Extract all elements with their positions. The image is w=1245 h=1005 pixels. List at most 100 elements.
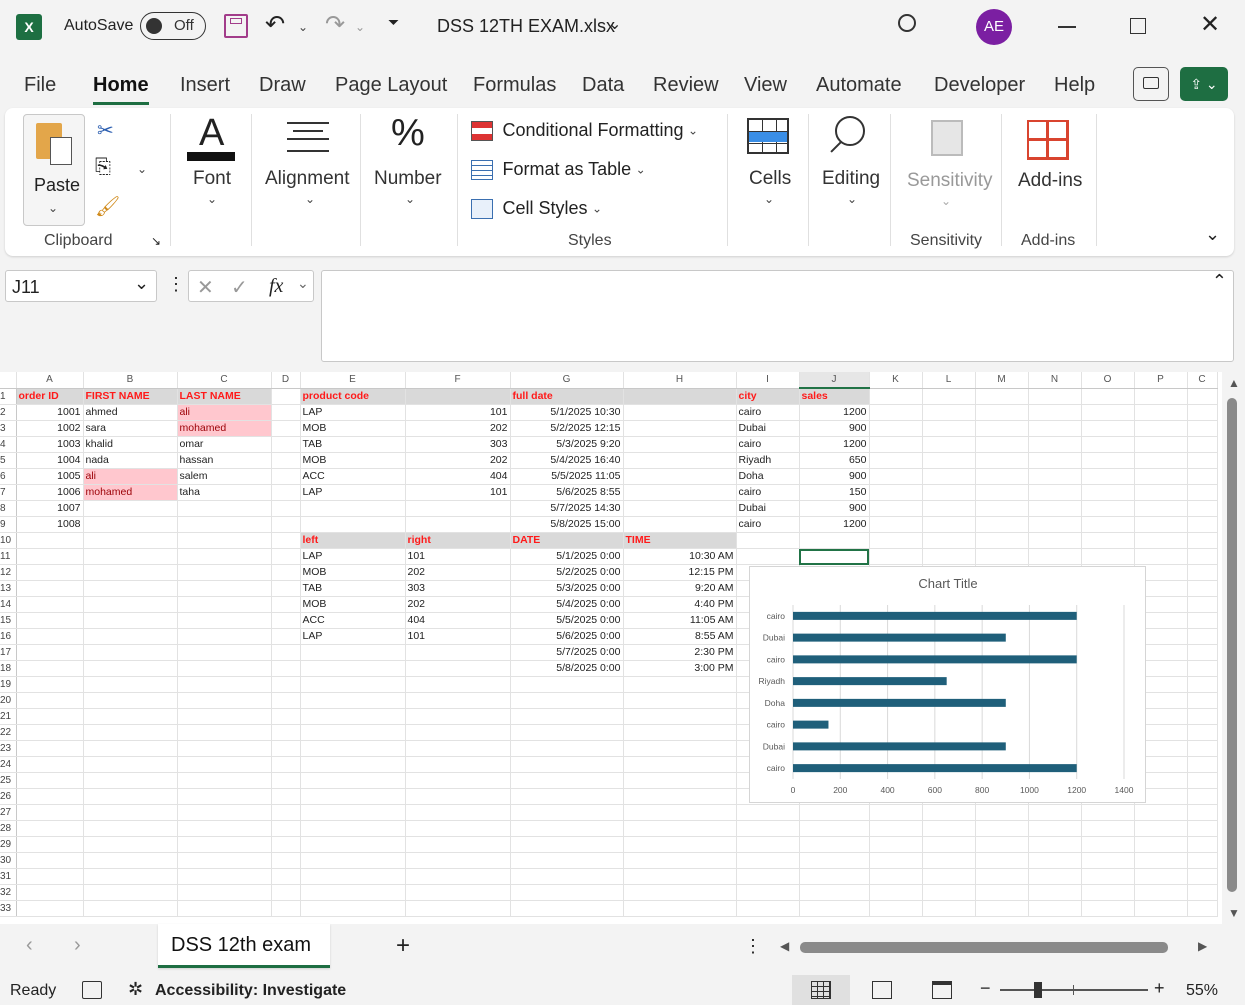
cell[interactable] bbox=[1028, 484, 1082, 501]
cell[interactable] bbox=[271, 484, 301, 501]
cell[interactable]: TIME bbox=[623, 532, 737, 549]
row-header[interactable]: 26 bbox=[0, 788, 17, 805]
cell[interactable]: LAST NAME bbox=[177, 388, 272, 405]
cell[interactable] bbox=[300, 724, 406, 741]
cell[interactable] bbox=[510, 820, 624, 837]
cell[interactable] bbox=[1081, 436, 1135, 453]
user-avatar[interactable]: AE bbox=[976, 9, 1012, 45]
cell[interactable] bbox=[922, 836, 976, 853]
cell[interactable]: 202 bbox=[405, 452, 511, 469]
cell[interactable] bbox=[177, 676, 272, 693]
cell[interactable] bbox=[975, 868, 1029, 885]
cell[interactable] bbox=[1187, 788, 1218, 805]
redo-icon[interactable]: ↷ bbox=[325, 10, 345, 39]
cell[interactable] bbox=[177, 516, 272, 533]
cell[interactable] bbox=[177, 820, 272, 837]
cell[interactable] bbox=[16, 900, 84, 917]
cell[interactable] bbox=[16, 724, 84, 741]
cell[interactable]: MOB bbox=[300, 596, 406, 613]
cell[interactable]: 101 bbox=[405, 548, 511, 565]
cell[interactable] bbox=[177, 724, 272, 741]
cells-button[interactable]: Cells ⌄ bbox=[739, 112, 799, 212]
cell[interactable] bbox=[922, 388, 976, 405]
cell[interactable]: 8:55 AM bbox=[623, 628, 737, 645]
cell[interactable] bbox=[1081, 452, 1135, 469]
cell[interactable]: 900 bbox=[799, 500, 870, 517]
cell[interactable] bbox=[1187, 516, 1218, 533]
cell[interactable] bbox=[922, 900, 976, 917]
cell[interactable] bbox=[300, 692, 406, 709]
cell[interactable] bbox=[922, 852, 976, 869]
cell[interactable] bbox=[1187, 692, 1218, 709]
tab-developer[interactable]: Developer bbox=[934, 74, 1025, 97]
tab-page-layout[interactable]: Page Layout bbox=[335, 74, 447, 97]
cell[interactable] bbox=[623, 804, 737, 821]
row-header[interactable]: 28 bbox=[0, 820, 17, 837]
cell[interactable] bbox=[1081, 900, 1135, 917]
cell[interactable]: 5/6/2025 0:00 bbox=[510, 628, 624, 645]
cell[interactable]: taha bbox=[177, 484, 272, 501]
cell[interactable] bbox=[271, 580, 301, 597]
cell[interactable] bbox=[869, 436, 923, 453]
cell[interactable] bbox=[405, 900, 511, 917]
row-header[interactable]: 33 bbox=[0, 900, 17, 917]
maximize-icon[interactable] bbox=[1130, 18, 1146, 34]
column-header-g[interactable]: G bbox=[510, 372, 624, 389]
formula-input[interactable]: ⌃ bbox=[321, 270, 1234, 362]
cell[interactable]: 5/4/2025 0:00 bbox=[510, 596, 624, 613]
row-header[interactable]: 29 bbox=[0, 836, 17, 853]
cell[interactable] bbox=[623, 772, 737, 789]
cell[interactable] bbox=[975, 900, 1029, 917]
cell[interactable]: 1006 bbox=[16, 484, 84, 501]
cell[interactable] bbox=[799, 900, 870, 917]
scroll-down-icon[interactable]: ▼ bbox=[1228, 906, 1240, 920]
cell[interactable] bbox=[922, 516, 976, 533]
cell[interactable] bbox=[405, 884, 511, 901]
cell[interactable]: 5/3/2025 0:00 bbox=[510, 580, 624, 597]
cell[interactable] bbox=[736, 884, 800, 901]
cell[interactable]: 5/1/2025 10:30 bbox=[510, 404, 624, 421]
cell[interactable] bbox=[975, 516, 1029, 533]
cell[interactable] bbox=[83, 820, 178, 837]
cell[interactable] bbox=[16, 868, 84, 885]
cell[interactable] bbox=[83, 548, 178, 565]
row-header[interactable]: 2 bbox=[0, 404, 17, 421]
cell[interactable] bbox=[922, 500, 976, 517]
cell[interactable] bbox=[271, 804, 301, 821]
copy-icon[interactable]: ⎘ bbox=[95, 156, 111, 179]
cell[interactable]: Dubai bbox=[736, 500, 800, 517]
macro-recording-icon[interactable] bbox=[82, 981, 102, 999]
cell[interactable] bbox=[177, 500, 272, 517]
cell[interactable] bbox=[510, 692, 624, 709]
font-button[interactable]: A Font ⌄ bbox=[181, 112, 243, 212]
cell[interactable]: mohamed bbox=[83, 484, 178, 501]
cell[interactable] bbox=[1081, 388, 1135, 405]
cell[interactable] bbox=[510, 756, 624, 773]
cell[interactable]: Riyadh bbox=[736, 452, 800, 469]
cell[interactable] bbox=[177, 836, 272, 853]
cell[interactable]: order ID bbox=[16, 388, 84, 405]
cell[interactable] bbox=[271, 612, 301, 629]
cell[interactable] bbox=[177, 660, 272, 677]
cell[interactable]: 404 bbox=[405, 468, 511, 485]
alignment-button[interactable]: Alignment ⌄ bbox=[261, 112, 356, 212]
cell[interactable] bbox=[975, 884, 1029, 901]
cell[interactable] bbox=[1028, 420, 1082, 437]
cell[interactable]: ali bbox=[83, 468, 178, 485]
cell[interactable] bbox=[271, 820, 301, 837]
cell[interactable] bbox=[510, 884, 624, 901]
cell[interactable] bbox=[1081, 852, 1135, 869]
cell[interactable]: 404 bbox=[405, 612, 511, 629]
name-box[interactable]: J11 ⌄ bbox=[5, 270, 157, 302]
cell[interactable] bbox=[83, 868, 178, 885]
undo-icon[interactable]: ↶ bbox=[265, 10, 285, 39]
cell[interactable] bbox=[975, 420, 1029, 437]
zoom-slider[interactable] bbox=[1000, 982, 1148, 998]
cell[interactable] bbox=[869, 404, 923, 421]
cell[interactable] bbox=[83, 708, 178, 725]
cell[interactable]: 202 bbox=[405, 596, 511, 613]
cell[interactable]: 1002 bbox=[16, 420, 84, 437]
column-header-b[interactable]: B bbox=[83, 372, 178, 389]
cell[interactable] bbox=[271, 740, 301, 757]
cell[interactable]: 900 bbox=[799, 468, 870, 485]
